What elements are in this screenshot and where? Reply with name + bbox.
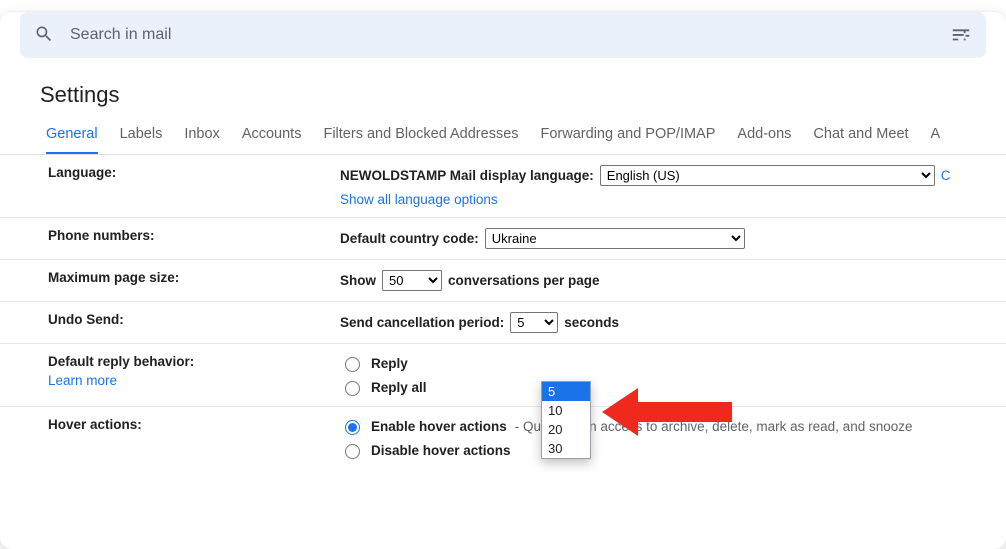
tab-forwarding[interactable]: Forwarding and POP/IMAP <box>541 126 716 154</box>
enable-hover-radio[interactable] <box>345 420 360 435</box>
cancel-period-label: Send cancellation period: <box>340 315 504 330</box>
tab-more[interactable]: A <box>931 126 941 154</box>
tab-labels[interactable]: Labels <box>120 126 163 154</box>
reply-all-radio[interactable] <box>345 381 360 396</box>
search-icon[interactable] <box>34 24 54 47</box>
display-language-select[interactable]: English (US) <box>600 165 935 186</box>
reply-all-radio-label: Reply all <box>371 380 427 395</box>
section-hover-actions: Hover actions: Enable hover actions - Qu… <box>0 407 1006 469</box>
default-reply-label: Default reply behavior: <box>48 354 340 369</box>
show-all-languages-link[interactable]: Show all language options <box>340 192 996 207</box>
disable-hover-radio[interactable] <box>345 444 360 459</box>
dropdown-option-5[interactable]: 5 <box>542 382 590 401</box>
dropdown-option-20[interactable]: 20 <box>542 420 590 439</box>
settings-tabs: General Labels Inbox Accounts Filters an… <box>0 126 1006 155</box>
cancel-period-dropdown-open: 5 10 20 30 <box>541 381 591 459</box>
tab-filters[interactable]: Filters and Blocked Addresses <box>323 126 518 154</box>
search-input[interactable] <box>68 25 936 45</box>
learn-more-link[interactable]: Learn more <box>48 373 340 388</box>
page-size-prefix: Show <box>340 273 376 288</box>
tab-accounts[interactable]: Accounts <box>242 126 302 154</box>
disable-hover-label: Disable hover actions <box>371 443 511 458</box>
language-change-link[interactable]: C <box>941 168 951 183</box>
hover-actions-label: Hover actions: <box>48 417 340 432</box>
search-options-icon[interactable] <box>950 23 972 48</box>
tab-general[interactable]: General <box>46 126 98 155</box>
reply-radio-label: Reply <box>371 356 408 371</box>
display-language-label: NEWOLDSTAMP Mail display language: <box>340 168 594 183</box>
country-code-label: Default country code: <box>340 231 479 246</box>
tab-inbox[interactable]: Inbox <box>184 126 219 154</box>
enable-hover-label: Enable hover actions <box>371 419 507 434</box>
section-page-size: Maximum page size: Show 50 conversations… <box>0 260 1006 302</box>
section-language: Language: NEWOLDSTAMP Mail display langu… <box>0 155 1006 218</box>
search-bar <box>20 12 986 58</box>
section-undo-send: Undo Send: Send cancellation period: 5 s… <box>0 302 1006 344</box>
section-default-reply: Default reply behavior: Learn more Reply… <box>0 344 1006 407</box>
country-code-select[interactable]: Ukraine <box>485 228 745 249</box>
language-label: Language: <box>48 165 340 180</box>
tab-addons[interactable]: Add-ons <box>737 126 791 154</box>
phone-label: Phone numbers: <box>48 228 340 243</box>
cancel-period-suffix: seconds <box>564 315 619 330</box>
tab-chat[interactable]: Chat and Meet <box>813 126 908 154</box>
dropdown-option-30[interactable]: 30 <box>542 439 590 458</box>
cancel-period-select[interactable]: 5 <box>510 312 558 333</box>
section-phone: Phone numbers: Default country code: Ukr… <box>0 218 1006 260</box>
reply-radio[interactable] <box>345 357 360 372</box>
undo-send-label: Undo Send: <box>48 312 340 327</box>
page-title: Settings <box>40 82 1006 108</box>
dropdown-option-10[interactable]: 10 <box>542 401 590 420</box>
page-size-label: Maximum page size: <box>48 270 340 285</box>
page-size-suffix: conversations per page <box>448 273 600 288</box>
page-size-select[interactable]: 50 <box>382 270 442 291</box>
